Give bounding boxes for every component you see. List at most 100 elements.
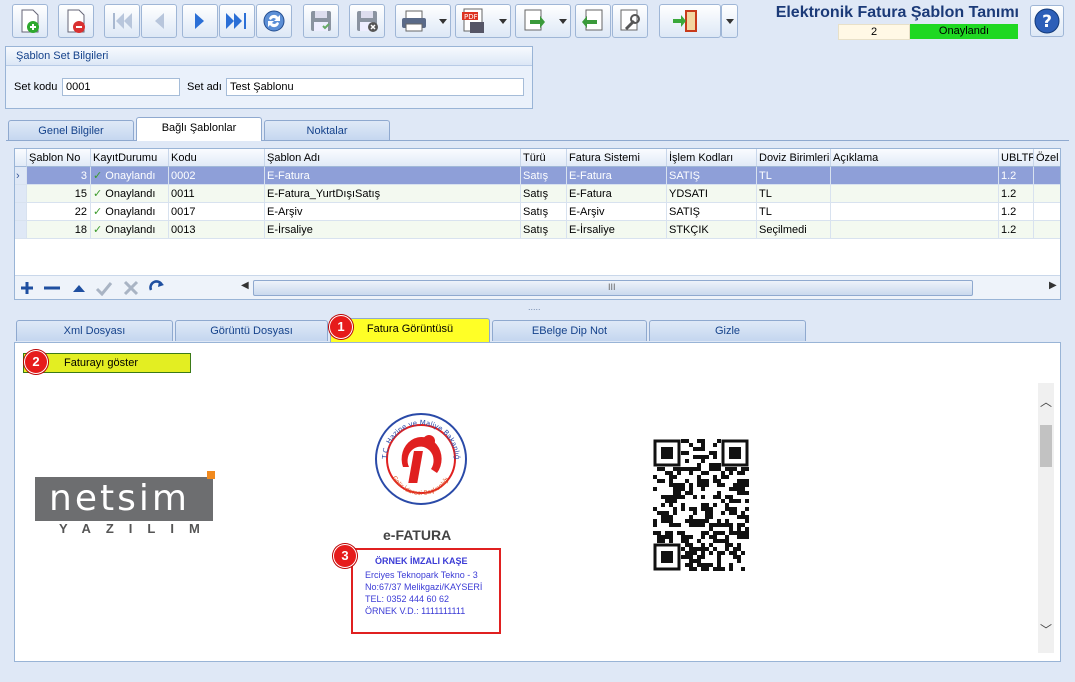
cell <box>831 167 999 185</box>
cell: 1.2 <box>999 221 1034 239</box>
tab-bagli-sablonlar[interactable]: Bağlı Şablonlar <box>136 117 262 141</box>
pdf-icon: PDF <box>462 8 484 33</box>
next-record-button[interactable] <box>182 4 218 38</box>
prev-icon <box>155 13 164 29</box>
refresh-icon <box>263 10 285 32</box>
page-title: Elektronik Fatura Şablon Tanımı <box>775 4 1019 21</box>
tab-fatura-goruntusu[interactable]: Fatura Görüntüsü <box>330 318 490 342</box>
column-header[interactable]: Şablon No <box>27 149 91 167</box>
add-icon[interactable] <box>19 280 35 296</box>
templates-grid[interactable]: Şablon No KayıtDurumu Kodu Şablon Adı Tü… <box>14 148 1061 300</box>
column-header[interactable]: Şablon Adı <box>265 149 521 167</box>
scroll-down-icon[interactable]: ﹀ <box>1040 621 1052 638</box>
gib-seal-icon: T.C. Hazine ve Maliye Bakanlığı Gelir İd… <box>373 411 467 505</box>
stamp-title: ÖRNEK İMZALI KAŞE <box>375 556 468 566</box>
status-text: Onaylandı <box>105 224 156 236</box>
cell: 15 <box>27 185 91 203</box>
print-icon <box>402 10 426 32</box>
prev-record-button[interactable] <box>141 4 177 38</box>
column-header[interactable]: Açıklama <box>831 149 999 167</box>
cell: TL <box>757 185 831 203</box>
column-header[interactable]: Kodu <box>169 149 265 167</box>
tab-ebelge-dip-not[interactable]: EBelge Dip Not <box>492 320 647 341</box>
column-header[interactable]: UBLTR <box>999 149 1034 167</box>
splitter-handle[interactable]: ..... <box>528 302 541 312</box>
save-icon <box>311 11 331 31</box>
cell: E-Fatura <box>567 167 667 185</box>
refresh-button[interactable] <box>256 4 292 38</box>
vertical-scrollbar[interactable]: ︿ ﹀ <box>1038 383 1054 653</box>
check-icon[interactable] <box>95 280 113 296</box>
cancel-icon[interactable] <box>123 280 139 296</box>
horizontal-scrollbar[interactable]: III <box>253 280 973 296</box>
column-header[interactable]: KayıtDurumu <box>91 149 169 167</box>
row-indicator <box>15 185 27 203</box>
cell: 3 <box>27 167 91 185</box>
move-up-icon[interactable] <box>71 280 87 296</box>
column-header[interactable]: İşlem Kodları <box>667 149 757 167</box>
scroll-left-icon[interactable]: ◀ <box>241 280 249 291</box>
column-header[interactable]: Türü <box>521 149 567 167</box>
stamp-line: No:67/37 Melikgazi/KAYSERİ <box>365 582 483 592</box>
cell <box>1034 221 1060 239</box>
status-badge: Onaylandı <box>910 24 1018 39</box>
cell: TL <box>757 203 831 221</box>
pdf-export-button[interactable]: PDF <box>455 4 511 38</box>
scroll-right-icon[interactable]: ▶ <box>1049 280 1057 291</box>
last-record-button[interactable] <box>219 4 255 38</box>
import-button[interactable] <box>575 4 611 38</box>
cell <box>1034 167 1060 185</box>
cell: Seçilmedi <box>757 221 831 239</box>
cancel-save-button[interactable] <box>349 4 385 38</box>
save-button[interactable] <box>303 4 339 38</box>
delete-button[interactable] <box>58 4 94 38</box>
remove-icon[interactable] <box>43 280 61 296</box>
help-button[interactable]: ? <box>1030 5 1064 37</box>
svg-text:PDF: PDF <box>464 13 478 21</box>
exit-button[interactable] <box>659 4 721 38</box>
tab-xml-dosyasi[interactable]: Xml Dosyası <box>16 320 173 341</box>
grid-navigator: ◀ III ▶ <box>15 275 1060 299</box>
exit-dropdown[interactable] <box>721 4 738 38</box>
cell <box>831 185 999 203</box>
cell: ✓ Onaylandı <box>91 185 169 203</box>
print-button[interactable] <box>395 4 451 38</box>
tab-gizle[interactable]: Gizle <box>649 320 806 341</box>
cell: E-Fatura_YurtDışıSatış <box>265 185 521 203</box>
check-icon: ✓ <box>93 188 103 200</box>
delete-icon <box>67 9 85 33</box>
chevron-down-icon <box>559 19 567 24</box>
export-button[interactable] <box>515 4 571 38</box>
cell: ✓ Onaylandı <box>91 167 169 185</box>
check-icon: ✓ <box>93 224 103 236</box>
scroll-up-icon[interactable]: ︿ <box>1040 393 1052 410</box>
show-invoice-button[interactable]: Faturayı göster <box>23 353 191 373</box>
cell <box>831 221 999 239</box>
cell: 0011 <box>169 185 265 203</box>
callout-3: 3 <box>333 544 357 568</box>
tab-goruntu-dosyasi[interactable]: Görüntü Dosyası <box>175 320 328 341</box>
scroll-thumb[interactable] <box>1040 425 1052 467</box>
check-icon: ✓ <box>93 170 103 182</box>
column-header[interactable]: Özel <box>1034 149 1060 167</box>
set-code-field[interactable]: 0001 <box>62 78 180 96</box>
new-button[interactable] <box>12 4 48 38</box>
column-header[interactable]: Fatura Sistemi <box>567 149 667 167</box>
column-header[interactable]: Doviz Birimleri <box>757 149 831 167</box>
cell <box>1034 185 1060 203</box>
brand-sub: YAZILIM <box>59 521 215 536</box>
tab-genel-bilgiler[interactable]: Genel Bilgiler <box>8 120 134 141</box>
refresh-icon[interactable] <box>148 279 166 297</box>
tab-noktalar[interactable]: Noktalar <box>264 120 390 141</box>
row-indicator <box>15 221 27 239</box>
cell: E-Arşiv <box>567 203 667 221</box>
cell: E-Fatura <box>265 167 521 185</box>
cell: STKÇIK <box>667 221 757 239</box>
set-name-field[interactable]: Test Şablonu <box>226 78 524 96</box>
first-record-button[interactable] <box>104 4 140 38</box>
doc-type-label: e-FATURA <box>383 527 452 543</box>
cell: TL <box>757 167 831 185</box>
exit-icon <box>673 10 697 32</box>
cell: E-İrsaliye <box>567 221 667 239</box>
tools-button[interactable] <box>612 4 648 38</box>
